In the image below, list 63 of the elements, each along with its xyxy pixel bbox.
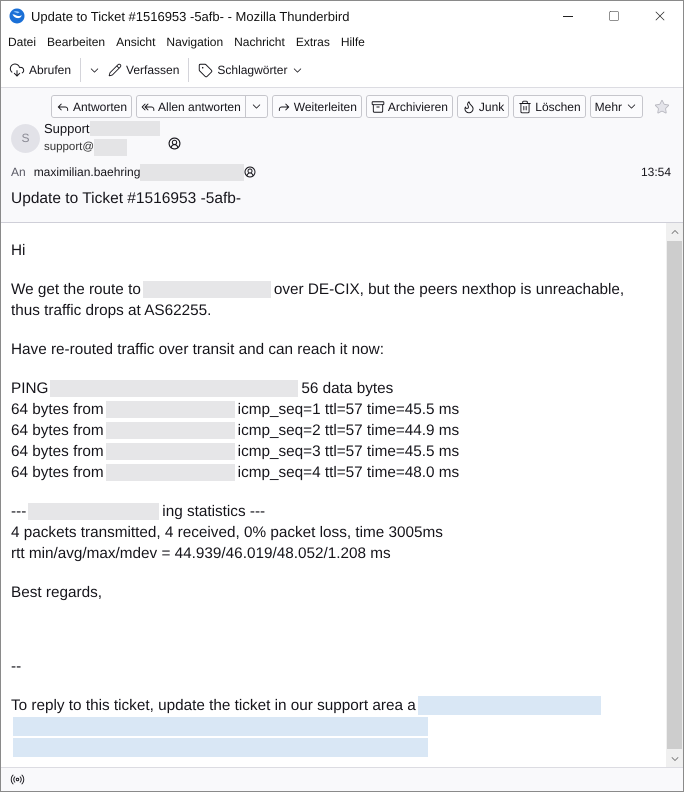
flame-icon xyxy=(462,100,476,114)
menu-item[interactable]: Ansicht xyxy=(116,35,156,49)
body-text: thus traffic drops at AS62255. xyxy=(11,301,212,321)
body-text: --- xyxy=(11,502,26,522)
tag-icon xyxy=(198,62,214,78)
get-messages-button[interactable]: Abrufen xyxy=(5,57,76,83)
body-text: -- xyxy=(11,657,22,677)
body-text: 64 bytes from xyxy=(11,421,104,441)
body-text: 64 bytes from xyxy=(11,442,104,462)
compose-button[interactable]: Verfassen xyxy=(104,57,184,83)
star-button[interactable] xyxy=(654,98,670,114)
body-text: 56 data bytes xyxy=(301,379,394,399)
menu-item[interactable]: Hilfe xyxy=(340,35,365,49)
archive-icon xyxy=(370,100,385,114)
dropdown-button[interactable] xyxy=(246,95,268,118)
app-logo-icon xyxy=(9,8,25,24)
scrollbar[interactable] xyxy=(666,223,683,767)
message-time: 13:54 xyxy=(640,165,671,179)
forward-button[interactable]: Weiterleiten xyxy=(272,95,362,118)
star-icon xyxy=(654,98,670,114)
more-button[interactable]: Mehr xyxy=(590,95,643,118)
delete-button[interactable]: Löschen xyxy=(513,95,586,118)
body-text: icmp_seq=4 ttl=57 time=48.0 ms xyxy=(238,463,460,483)
cloud-download-icon xyxy=(9,62,25,78)
menu-item[interactable]: Datei xyxy=(8,35,36,49)
tags-button[interactable]: Schlagwörter xyxy=(194,57,308,83)
menu-item[interactable]: Extras xyxy=(296,35,330,49)
sender-avatar: S xyxy=(11,124,40,152)
body-text: rtt min/avg/max/mdev = 44.939/46.019/48.052/1.208 ms xyxy=(11,544,391,564)
body-text: icmp_seq=2 ttl=57 time=44.9 ms xyxy=(238,421,460,441)
body-text: Best regards, xyxy=(11,583,102,603)
sender-name: Support xyxy=(44,120,90,136)
menu-item[interactable]: Nachricht xyxy=(234,35,285,49)
body-text: 4 packets transmitted, 4 received, 0% packet loss, time 3005ms xyxy=(11,523,443,543)
body-text: PING xyxy=(11,379,48,399)
body-text: Have re-routed traffic over transit and can reach it now: xyxy=(11,340,384,360)
body-text: ing statistics --- xyxy=(162,502,266,522)
recipient-address[interactable]: maximilian.baehring xyxy=(34,165,140,179)
maximize-icon xyxy=(608,10,620,22)
reply-button[interactable]: Antworten xyxy=(51,95,132,118)
body-text: To reply to this ticket, update the ticket in our support area a xyxy=(11,696,416,716)
pencil-icon xyxy=(108,63,122,77)
body-text: 64 bytes from xyxy=(11,400,104,420)
window-title: Update to Ticket #1516953 -5afb- - Mozilla Thunderbird xyxy=(31,8,350,24)
trash-icon xyxy=(518,100,532,114)
sender-email: support@ xyxy=(44,141,94,153)
body-text: over DE-CIX, but the peers nexthop is unreachable, xyxy=(274,280,624,300)
menu-item[interactable]: Bearbeiten xyxy=(47,35,106,49)
body-text: icmp_seq=3 ttl=57 time=45.5 ms xyxy=(238,442,460,462)
reply-all-button[interactable]: Allen antworten xyxy=(136,95,246,118)
menu-item[interactable]: Navigation xyxy=(166,35,224,49)
contact-icon[interactable] xyxy=(168,136,181,150)
body-text: icmp_seq=1 ttl=57 time=45.5 ms xyxy=(238,400,460,420)
body-text: 64 bytes from xyxy=(11,463,104,483)
scrollbar-thumb[interactable] xyxy=(667,241,682,749)
contact-icon[interactable] xyxy=(244,166,256,178)
message-subject: Update to Ticket #1516953 -5afb- xyxy=(10,189,242,209)
broadcast-icon[interactable] xyxy=(10,772,25,787)
body-text: Hi xyxy=(11,241,26,261)
junk-button[interactable]: Junk xyxy=(456,95,510,118)
body-text: We get the route to xyxy=(11,280,141,300)
recipient-label: An xyxy=(11,165,26,179)
archive-button[interactable]: Archivieren xyxy=(366,95,453,118)
